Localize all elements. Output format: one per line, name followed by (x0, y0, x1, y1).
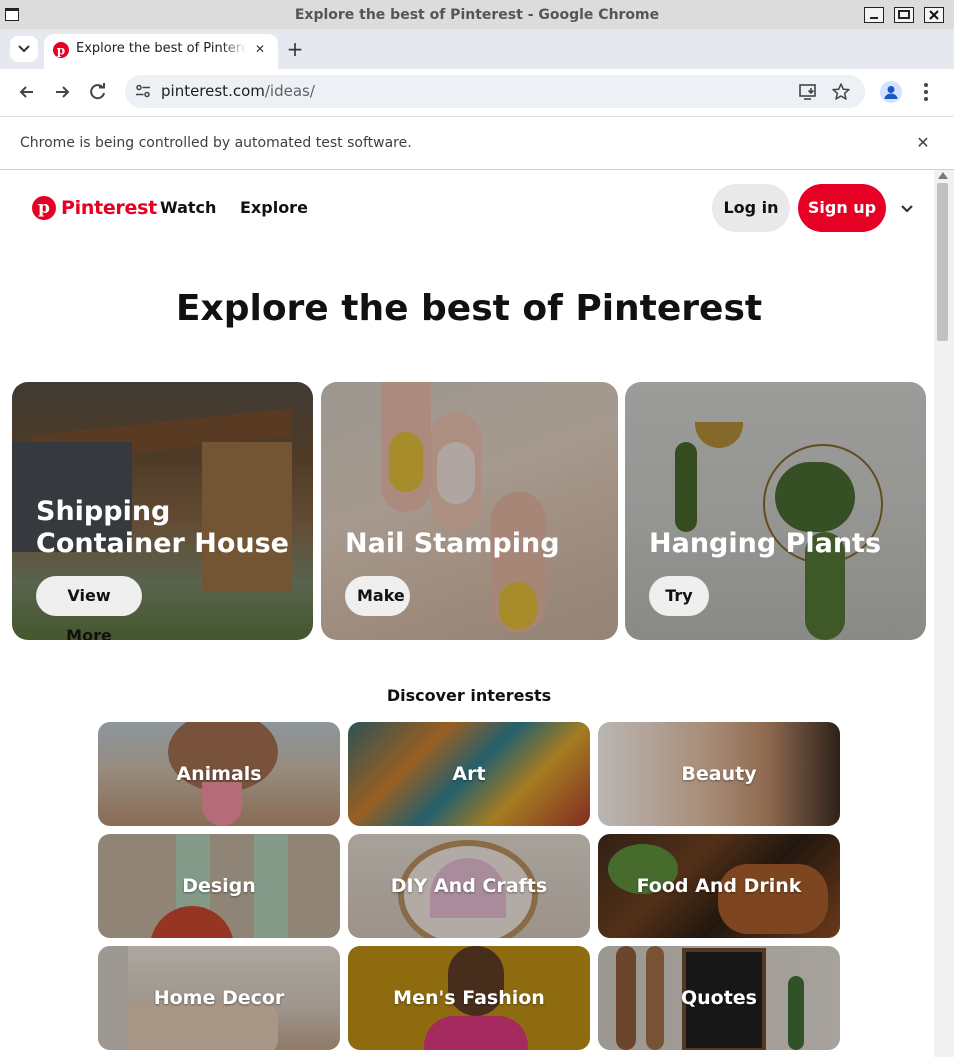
reload-icon (90, 83, 105, 100)
install-app-icon[interactable] (798, 82, 818, 102)
new-tab-button[interactable]: + (284, 38, 306, 60)
interest-tile-mens-fashion[interactable]: Men's Fashion (348, 946, 590, 1050)
pinterest-logo[interactable]: p Pinterest (32, 194, 157, 222)
person-icon (884, 86, 898, 99)
more-vert-icon (924, 83, 928, 101)
svg-text:p: p (57, 44, 65, 58)
close-window-button[interactable] (924, 7, 944, 23)
page-title: Explore the best of Pinterest (175, 288, 763, 329)
chrome-menu-button[interactable] (916, 80, 936, 104)
interest-tile-quotes[interactable]: Quotes (598, 946, 840, 1050)
pinterest-icon: p (53, 42, 69, 58)
tab-close-icon[interactable]: ✕ (252, 41, 268, 57)
tab-search-button[interactable] (10, 36, 38, 62)
view-more-button[interactable]: View More (36, 576, 142, 640)
tab-title: Explore the best of Pinterest (76, 34, 246, 64)
minimize-button[interactable] (864, 7, 884, 23)
interest-tile-home-decor[interactable]: Home Decor (98, 946, 340, 1050)
interest-label: Home Decor (153, 987, 285, 1009)
interest-label: Design (182, 875, 256, 897)
automation-infobar: Chrome is being controlled by automated … (0, 116, 954, 170)
interest-label: Art (452, 763, 486, 785)
bookmark-star-icon[interactable] (831, 82, 851, 102)
nav-explore-link[interactable]: Explore (240, 194, 308, 222)
interest-label: Food And Drink (636, 875, 802, 897)
url-path: /ideas/ (264, 82, 315, 100)
hero-card-title: Shipping Container House (36, 496, 289, 559)
discover-interests-heading: Discover interests (386, 686, 552, 705)
infobar-message: Chrome is being controlled by automated … (20, 135, 412, 151)
interest-label: Animals (176, 763, 262, 785)
hero-card-hanging-plants[interactable]: Hanging Plants Try (625, 382, 926, 640)
address-bar[interactable]: pinterest.com/ideas/ (125, 75, 865, 108)
maximize-button[interactable] (894, 7, 914, 23)
try-button[interactable]: Try (649, 576, 709, 616)
make-button[interactable]: Make (345, 576, 410, 616)
hero-card-nail-stamping[interactable]: Nail Stamping Make (321, 382, 618, 640)
interest-label: Men's Fashion (393, 987, 545, 1009)
pinterest-logo-icon: p (32, 196, 56, 220)
nav-watch-link[interactable]: Watch (160, 194, 216, 222)
reload-button[interactable] (86, 80, 110, 104)
interest-tile-diy-and-crafts[interactable]: DIY And Crafts (348, 834, 590, 938)
interest-label: Quotes (680, 987, 757, 1009)
interest-tile-food-and-drink[interactable]: Food And Drink (598, 834, 840, 938)
scrollbar-thumb[interactable] (937, 183, 948, 341)
interest-tile-animals[interactable]: Animals (98, 722, 340, 826)
infobar-close-icon[interactable]: ✕ (913, 133, 933, 153)
interest-tile-beauty[interactable]: Beauty (598, 722, 840, 826)
forward-button[interactable] (50, 80, 74, 104)
back-button[interactable] (15, 80, 39, 104)
scroll-up-arrow-icon[interactable] (938, 172, 948, 179)
window-title-bar: Explore the best of Pinterest - Google C… (0, 0, 954, 30)
site-settings-icon[interactable] (135, 83, 151, 99)
interest-label: Beauty (681, 763, 757, 785)
login-button[interactable]: Log in (712, 184, 790, 232)
profile-avatar[interactable] (880, 81, 902, 103)
arrow-right-icon (56, 86, 70, 98)
hero-card-title: Hanging Plants (649, 528, 882, 559)
more-options-button[interactable] (897, 198, 917, 218)
browser-tab[interactable]: p Explore the best of Pinterest ✕ (44, 34, 278, 69)
url-text: pinterest.com/ideas/ (161, 75, 315, 108)
signup-button[interactable]: Sign up (798, 184, 886, 232)
logo-wordmark: Pinterest (61, 197, 157, 219)
interest-tile-art[interactable]: Art (348, 722, 590, 826)
interest-tile-design[interactable]: Design (98, 834, 340, 938)
hero-card-title: Nail Stamping (345, 528, 560, 559)
chevron-down-icon (901, 205, 913, 213)
window-title: Explore the best of Pinterest - Google C… (294, 7, 660, 23)
hero-card-shipping-container[interactable]: Shipping Container House View More (12, 382, 313, 640)
url-host: pinterest.com (161, 82, 265, 100)
page-viewport: p Pinterest Watch Explore Log in Sign up… (4, 170, 934, 1057)
arrow-left-icon (19, 86, 33, 98)
chevron-down-icon (18, 45, 30, 53)
interest-label: DIY And Crafts (390, 875, 548, 897)
